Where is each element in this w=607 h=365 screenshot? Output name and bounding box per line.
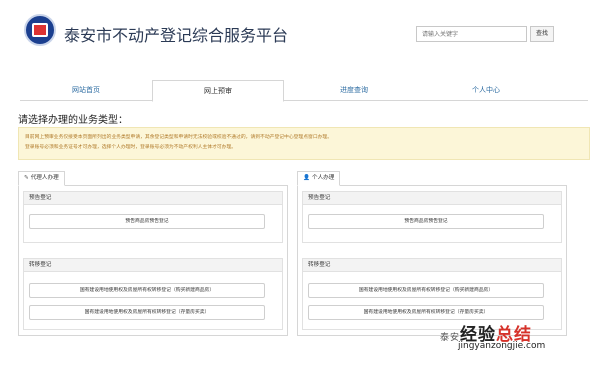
agent-presale-button[interactable]: 预告商品房预告登记 bbox=[29, 214, 265, 229]
nav-online-review[interactable]: 网上预审 bbox=[152, 80, 284, 102]
site-logo[interactable] bbox=[24, 14, 56, 46]
agent-transfer-new-button[interactable]: 国有建设用地使用权及房屋所有权转移登记（购买新建商品房） bbox=[29, 283, 265, 298]
personal-transfer-resale-button[interactable]: 国有建设用地使用权及房屋所有权转移登记（存量房买卖） bbox=[308, 305, 544, 320]
tab-agent-label: 代理人办理 bbox=[30, 175, 59, 181]
agent-presale-section: 预告登记 预告商品房预告登记 bbox=[23, 191, 283, 243]
personal-transfer-new-button[interactable]: 国有建设用地使用权及房屋所有权转移登记（购买新建商品房） bbox=[308, 283, 544, 298]
tab-agent[interactable]: ✎ 代理人办理 bbox=[18, 171, 65, 186]
header: 泰安市不动产登记综合服务平台 查找 bbox=[0, 0, 607, 70]
nav-progress-query[interactable]: 进度查询 bbox=[288, 80, 420, 101]
watermark-url: jingyanzongjie.com bbox=[458, 341, 546, 351]
personal-presale-button[interactable]: 预告商品房预告登记 bbox=[308, 214, 544, 229]
personal-panel-body: 预告登记 预告商品房预告登记 转移登记 国有建设用地使用权及房屋所有权转移登记（… bbox=[297, 185, 567, 336]
tab-personal-label: 个人办理 bbox=[311, 175, 335, 181]
user-icon: 👤 bbox=[303, 175, 310, 181]
section-title: 转移登记 bbox=[24, 259, 282, 272]
search-input[interactable] bbox=[416, 26, 527, 42]
personal-panel: 👤 个人办理 预告登记 预告商品房预告登记 转移登记 国有建设用地使用权及房屋所有… bbox=[297, 171, 567, 336]
agent-panel: ✎ 代理人办理 预告登记 预告商品房预告登记 转移登记 国有建设用地使用权及房屋所… bbox=[18, 171, 288, 336]
section-title: 预告登记 bbox=[24, 192, 282, 205]
watermark-prefix: 泰安 bbox=[440, 333, 461, 343]
notice-line-1: 目前网上预审业务仅接受本页面所列出的业务类型申请，其余登记类型和申请时无法校验或… bbox=[25, 135, 333, 140]
agent-transfer-section: 转移登记 国有建设用地使用权及房屋所有权转移登记（购买新建商品房） 国有建设用地… bbox=[23, 258, 283, 330]
search-button[interactable]: 查找 bbox=[530, 26, 554, 42]
notice-box: 目前网上预审业务仅接受本页面所列出的业务类型申请，其余登记类型和申请时无法校验或… bbox=[18, 127, 590, 160]
section-title: 预告登记 bbox=[303, 192, 561, 205]
nav-home[interactable]: 网站首页 bbox=[20, 80, 152, 101]
main-nav: 网站首页 网上预审 进度查询 个人中心 bbox=[20, 80, 588, 102]
nav-personal-center[interactable]: 个人中心 bbox=[420, 80, 552, 101]
pencil-icon: ✎ bbox=[24, 175, 29, 181]
personal-presale-section: 预告登记 预告商品房预告登记 bbox=[302, 191, 562, 243]
notice-line-2: 登录账号必须和业务证号才可办理，选择个人办理时，登录账号必须为不动产权利人主体才… bbox=[25, 145, 237, 150]
emblem-icon bbox=[32, 23, 48, 37]
site-title: 泰安市不动产登记综合服务平台 bbox=[64, 26, 289, 45]
agent-panel-body: 预告登记 预告商品房预告登记 转移登记 国有建设用地使用权及房屋所有权转移登记（… bbox=[18, 185, 288, 336]
tab-personal[interactable]: 👤 个人办理 bbox=[297, 171, 341, 186]
section-title: 转移登记 bbox=[303, 259, 561, 272]
agent-transfer-resale-button[interactable]: 国有建设用地使用权及房屋所有权转移登记（存量房买卖） bbox=[29, 305, 265, 320]
page-prompt: 请选择办理的业务类型： bbox=[18, 115, 128, 126]
